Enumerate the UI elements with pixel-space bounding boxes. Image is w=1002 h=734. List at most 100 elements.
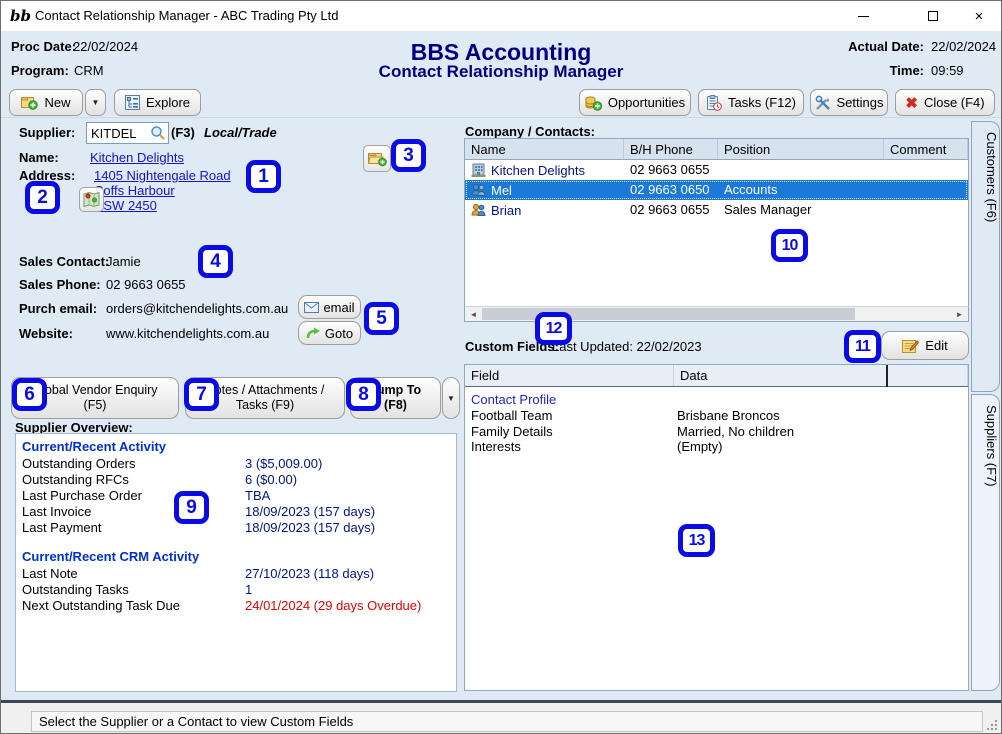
address-line1-link[interactable]: 1405 Nightengale Road [94,168,231,183]
overview-row-value: 18/09/2023 (157 days) [245,520,375,535]
status-message: Select the Supplier or a Contact to view… [31,711,983,732]
maximize-icon [928,11,938,21]
annotation-13: 13 [678,524,715,557]
settings-icon [815,95,831,111]
close-icon: ✖ [905,94,918,112]
title-bar: bb Contact Relationship Manager - ABC Tr… [1,1,1002,31]
column-header-field[interactable]: Field [465,365,674,386]
email-button[interactable]: email [298,295,361,319]
scroll-right-icon[interactable]: ► [952,308,967,320]
close-window-button[interactable]: × [956,1,1002,31]
custom-field-name: Football Team [471,408,552,423]
goto-button[interactable]: Goto [298,321,361,345]
contact-icon [471,183,486,197]
jump-to-dropdown-button[interactable]: ▼ [442,377,460,419]
contacts-table-header: Name B/H Phone Position Comment [465,139,968,160]
company-icon [471,163,486,178]
email-button-label: email [323,300,354,315]
tasks-button[interactable]: Tasks (F12) [698,89,804,116]
column-header-phone[interactable]: B/H Phone [624,139,718,159]
new-button[interactable]: New [9,89,83,116]
toolbar-separator [1,117,1002,118]
map-button[interactable] [79,187,104,212]
resize-grip-icon[interactable] [987,720,997,730]
maximize-button[interactable] [910,1,956,31]
custom-field-name: Interests [471,439,521,454]
overview-row-value: 1 [245,582,252,597]
sales-phone-value: 02 9663 0655 [106,277,186,292]
supplier-type-label: Local/Trade [204,125,277,140]
overview-row-label: Outstanding RFCs [22,472,129,487]
custom-fields-last-updated: Last Updated: 22/02/2023 [552,339,702,354]
time-value: 09:59 [931,63,964,78]
overview-row-value-overdue: 24/01/2024 (29 days Overdue) [245,598,421,613]
edit-button-label: Edit [925,338,947,353]
purch-email-label: Purch email: [19,301,97,316]
goto-button-label: Goto [325,326,353,341]
sales-contact-value: Jamie [106,254,141,269]
annotation-5: 5 [364,302,399,335]
edit-button[interactable]: Edit [881,331,969,360]
contact-row-selected[interactable]: Mel 02 9663 0650 Accounts [465,180,968,200]
explore-button[interactable]: Explore [114,89,201,116]
overview-row-value: TBA [245,488,270,503]
annotation-4: 4 [198,245,233,278]
contact-phone: 02 9663 0655 [624,200,718,220]
contact-phone: 02 9663 0650 [624,180,718,200]
sales-contact-label: Sales Contact: [19,254,109,269]
overview-row-label: Outstanding Orders [22,456,135,471]
custom-fields-table: Field Data Contact Profile Football Team… [464,364,969,691]
overview-section-heading: Current/Recent CRM Activity [22,549,199,564]
supplier-overview-panel: Current/Recent Activity Outstanding Orde… [15,433,457,692]
open-folder-button[interactable] [363,145,391,172]
minimize-button[interactable] [840,1,886,31]
header-divider [886,365,888,387]
window-title: Contact Relationship Manager - ABC Tradi… [35,8,339,23]
edit-icon [902,338,919,354]
address-line2-link[interactable]: Coffs Harbour [94,183,175,198]
contact-position: Accounts [718,180,884,200]
goto-icon [306,327,321,339]
annotation-6: 6 [12,378,47,411]
annotation-7: 7 [184,378,219,411]
close-button[interactable]: ✖ Close (F4) [895,89,995,116]
tab-customers[interactable]: Customers (F6) [971,121,1000,392]
custom-field-name-link[interactable]: Contact Profile [471,392,556,407]
custom-field-data: Married, No children [677,424,794,439]
column-header-data[interactable]: Data [674,365,968,386]
global-vendor-enquiry-label: Global Vendor Enquiry(F5) [32,383,157,413]
column-header-position[interactable]: Position [718,139,884,159]
scroll-left-icon[interactable]: ◄ [466,308,481,320]
new-dropdown-button[interactable]: ▼ [85,89,106,116]
annotation-12: 12 [535,312,572,345]
search-icon[interactable] [150,125,166,141]
contacts-table: Name B/H Phone Position Comment Kitchen … [464,138,969,306]
tasks-button-label: Tasks (F12) [728,95,796,110]
contact-comment [884,200,968,220]
overview-row-label: Last Payment [22,520,102,535]
contact-comment [884,160,968,180]
chevron-down-icon: ▼ [92,98,100,107]
contact-row-company[interactable]: Kitchen Delights 02 9663 0655 [465,160,968,180]
notes-attachments-tasks-label: Notes / Attachments /Tasks (F9) [206,383,325,413]
purch-email-value: orders@kitchendelights.com.au [106,301,288,316]
tasks-icon [706,95,722,111]
name-label: Name: [19,150,59,165]
contact-name: Kitchen Delights [491,163,585,178]
overview-row-value: 18/09/2023 (157 days) [245,504,375,519]
custom-field-name: Family Details [471,424,553,439]
map-icon [83,191,100,208]
opportunities-button[interactable]: Opportunities [579,89,691,116]
close-button-label: Close (F4) [924,95,985,110]
settings-button[interactable]: Settings [810,89,888,116]
tab-suppliers[interactable]: Suppliers (F7) [971,394,1000,691]
company-contacts-title: Company / Contacts: [465,124,595,139]
column-header-comment[interactable]: Comment [884,139,968,159]
contact-row[interactable]: Brian 02 9663 0655 Sales Manager [465,200,968,220]
overview-row-label: Last Note [22,566,78,581]
custom-field-data: (Empty) [677,439,723,454]
annotation-3: 3 [391,139,426,172]
supplier-name-link[interactable]: Kitchen Delights [90,150,184,165]
column-header-name[interactable]: Name [465,139,624,159]
explore-button-label: Explore [146,95,190,110]
